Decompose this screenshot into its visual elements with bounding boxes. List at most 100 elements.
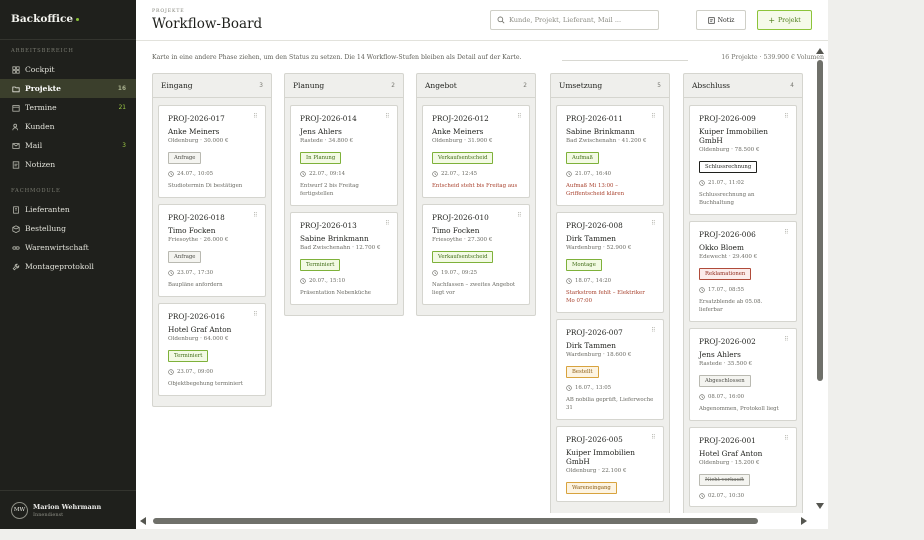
- project-card[interactable]: PROJ-2026-012 ⠿ Anke Meiners Oldenburg · 31…: [422, 105, 530, 198]
- card-list: PROJ-2026-012 ⠿ Anke Meiners Oldenburg · 31…: [417, 98, 535, 315]
- sidebar-item-montageprotokoll[interactable]: Montageprotokoll: [0, 257, 136, 276]
- drag-handle-icon[interactable]: ⠿: [517, 114, 521, 120]
- sidebar-item-mail[interactable]: Mail 3: [0, 136, 136, 155]
- project-card[interactable]: PROJ-2026-013 ⠿ Sabine Brinkmann Bad Zwisch…: [290, 212, 398, 305]
- sidebar-item-bestellung[interactable]: Bestellung: [0, 219, 136, 238]
- count-badge: 16: [117, 85, 126, 92]
- project-card[interactable]: PROJ-2026-001 ⠿ Hotel Graf Anton Oldenburg …: [689, 427, 797, 507]
- drag-handle-icon[interactable]: ⠿: [651, 114, 655, 120]
- add-note-button[interactable]: Notiz: [696, 10, 746, 30]
- scroll-right-icon[interactable]: [801, 517, 807, 525]
- status-tag-row: Wareneingang: [566, 474, 654, 494]
- drag-handle-icon[interactable]: ⠿: [253, 312, 257, 318]
- column-title: Eingang: [161, 81, 193, 90]
- clock-icon: [432, 270, 441, 276]
- add-project-button[interactable]: + Projekt: [757, 10, 812, 30]
- column-count: 4: [790, 82, 794, 89]
- project-card[interactable]: PROJ-2026-014 ⠿ Jens Ahlers Rastede · 34.80…: [290, 105, 398, 206]
- timestamp-text: 23.07., 17:30: [177, 270, 214, 276]
- brand-name: Backoffice: [11, 13, 74, 25]
- column-count: 2: [523, 82, 527, 89]
- drag-handle-icon[interactable]: ⠿: [651, 221, 655, 227]
- drag-handle-icon[interactable]: ⠿: [517, 213, 521, 219]
- card-timestamp: 21.07., 11:02: [699, 180, 787, 186]
- drag-handle-icon[interactable]: ⠿: [651, 435, 655, 441]
- project-card[interactable]: PROJ-2026-011 ⠿ Sabine Brinkmann Bad Zwisch…: [556, 105, 664, 206]
- sidebar-item-termine[interactable]: Termine 21: [0, 98, 136, 117]
- scroll-up-icon[interactable]: [816, 48, 824, 54]
- status-tag-row: Anfrage: [168, 243, 256, 263]
- project-card[interactable]: PROJ-2026-008 ⠿ Dirk Tammen Wardenburg · 52…: [556, 212, 664, 313]
- project-card[interactable]: PROJ-2026-005 ⠿ Kuiper Immobilien GmbH Olde…: [556, 426, 664, 502]
- timestamp-text: 21.07., 11:02: [708, 180, 745, 186]
- scroll-left-icon[interactable]: [140, 517, 146, 525]
- drag-handle-icon[interactable]: ⠿: [385, 221, 389, 227]
- drag-handle-icon[interactable]: ⠿: [784, 114, 788, 120]
- drag-handle-icon[interactable]: ⠿: [253, 213, 257, 219]
- horizontal-scroll-thumb[interactable]: [153, 518, 758, 524]
- brand-logo[interactable]: Backoffice: [0, 0, 136, 40]
- vertical-scroll-thumb[interactable]: [817, 60, 823, 381]
- user-profile[interactable]: MW Marion Wehrmann Innendienst: [0, 490, 136, 529]
- clock-icon: [699, 493, 708, 499]
- project-card[interactable]: PROJ-2026-009 ⠿ Kuiper Immobilien GmbH Olde…: [689, 105, 797, 215]
- status-badge: Terminiert: [168, 350, 209, 362]
- vertical-scrollbar[interactable]: [815, 46, 825, 512]
- status-badge: Montage: [566, 259, 602, 271]
- status-tag-row: Bestellt: [566, 358, 654, 378]
- sidebar-item-cockpit[interactable]: Cockpit: [0, 60, 136, 79]
- timestamp-text: 17.07., 08:55: [708, 287, 745, 293]
- drag-handle-icon[interactable]: ⠿: [784, 337, 788, 343]
- column-title: Angebot: [425, 81, 457, 90]
- sidebar-item-kunden[interactable]: Kunden: [0, 117, 136, 136]
- drag-handle-icon[interactable]: ⠿: [784, 230, 788, 236]
- card-timestamp: 19.07., 09:25: [432, 270, 520, 276]
- sidebar-item-lieferanten[interactable]: Lieferanten: [0, 200, 136, 219]
- customer-name: Sabine Brinkmann: [566, 127, 635, 136]
- column-angebot: Angebot 2 PROJ-2026-012 ⠿ Anke Meiners Oldenb…: [416, 73, 536, 316]
- add-note-label: Notiz: [717, 16, 735, 24]
- status-tag-row: Aufmaß: [566, 144, 654, 164]
- drag-handle-icon[interactable]: ⠿: [651, 328, 655, 334]
- card-list: PROJ-2026-014 ⠿ Jens Ahlers Rastede · 34.80…: [285, 98, 403, 315]
- status-badge: Abgeschlossen: [699, 375, 751, 387]
- sidebar-item-label: Termine: [25, 103, 57, 112]
- clock-icon: [168, 369, 177, 375]
- timestamp-text: 19.07., 09:25: [441, 270, 478, 276]
- drag-handle-icon[interactable]: ⠿: [784, 436, 788, 442]
- project-card[interactable]: PROJ-2026-017 ⠿ Anke Meiners Oldenburg · 30…: [158, 105, 266, 198]
- card-note: Aufmaß Mi 13:00 – Griffentscheid klären: [566, 183, 625, 197]
- customer-name: Kuiper Immobilien GmbH: [566, 448, 635, 466]
- card-timestamp: 17.07., 08:55: [699, 287, 787, 293]
- card-timestamp: 24.07., 10:05: [168, 171, 256, 177]
- folder-icon: [11, 84, 20, 93]
- clock-icon: [566, 278, 575, 284]
- customer-name: Dirk Tammen: [566, 234, 616, 243]
- project-card[interactable]: PROJ-2026-006 ⠿ Okko Bloem Edewecht · 29.40…: [689, 221, 797, 322]
- card-note: Nachfassen – zweites Angebot liegt vor: [432, 282, 516, 296]
- nav-modules: Lieferanten Bestellung Warenwirtschaft Mont…: [0, 200, 136, 276]
- sidebar-item-projekte[interactable]: Projekte 16: [0, 79, 136, 98]
- sidebar-item-warenwirtschaft[interactable]: Warenwirtschaft: [0, 238, 136, 257]
- sidebar-item-notizen[interactable]: Notizen: [0, 155, 136, 174]
- drag-handle-icon[interactable]: ⠿: [253, 114, 257, 120]
- status-badge: Anfrage: [168, 152, 202, 164]
- status-tag-row: Anfrage: [168, 144, 256, 164]
- project-card[interactable]: PROJ-2026-018 ⠿ Timo Focken Friesoythe · 26…: [158, 204, 266, 297]
- project-card[interactable]: PROJ-2026-002 ⠿ Jens Ahlers Rastede · 35.50…: [689, 328, 797, 421]
- mail-icon: [11, 141, 20, 150]
- card-note: Ersatzblende ab 05.08. lieferbar: [699, 299, 763, 313]
- project-card[interactable]: PROJ-2026-016 ⠿ Hotel Graf Anton Oldenburg …: [158, 303, 266, 396]
- project-card[interactable]: PROJ-2026-007 ⠿ Dirk Tammen Wardenburg · 18…: [556, 319, 664, 420]
- count-badge: 21: [118, 104, 126, 111]
- column-title: Umsetzung: [559, 81, 603, 90]
- project-id: PROJ-2026-007: [566, 328, 623, 337]
- drag-handle-icon[interactable]: ⠿: [385, 114, 389, 120]
- project-card[interactable]: PROJ-2026-010 ⠿ Timo Focken Friesoythe · 27…: [422, 204, 530, 305]
- search-input[interactable]: [490, 10, 659, 30]
- timestamp-text: 22.07., 09:14: [309, 171, 346, 177]
- scroll-down-icon[interactable]: [816, 503, 824, 509]
- horizontal-scrollbar[interactable]: [138, 515, 812, 527]
- sidebar-item-label: Kunden: [25, 122, 55, 131]
- page-header: PROJEKTE Workflow-Board Notiz + Projekt: [136, 0, 828, 41]
